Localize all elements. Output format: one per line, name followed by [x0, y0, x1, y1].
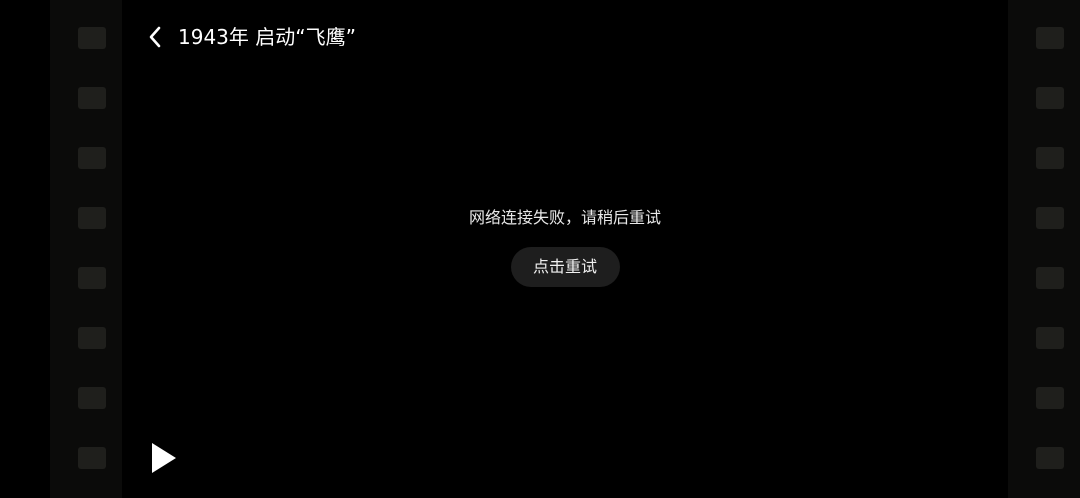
film-sprocket — [1036, 447, 1064, 469]
film-sprocket — [1036, 87, 1064, 109]
film-sprocket — [78, 27, 106, 49]
film-sprocket — [78, 327, 106, 349]
retry-button[interactable]: 点击重试 — [510, 247, 620, 287]
chevron-left-icon — [149, 26, 161, 48]
film-sprocket — [1036, 387, 1064, 409]
film-sprocket — [78, 147, 106, 169]
play-button[interactable] — [148, 440, 182, 476]
error-panel: 网络连接失败，请稍后重试 点击重试 — [0, 206, 1080, 287]
film-sprocket — [1036, 147, 1064, 169]
film-sprocket — [78, 87, 106, 109]
film-sprocket — [78, 447, 106, 469]
video-title: 1943年 启动“飞鹰” — [178, 25, 356, 49]
video-player-screen: 1943年 启动“飞鹰” 网络连接失败，请稍后重试 点击重试 — [0, 0, 1080, 498]
error-message: 网络连接失败，请稍后重试 — [468, 208, 661, 227]
play-icon — [152, 443, 176, 473]
film-sprocket — [78, 387, 106, 409]
back-button[interactable] — [140, 22, 170, 52]
film-sprocket — [1036, 27, 1064, 49]
film-sprocket — [1036, 327, 1064, 349]
